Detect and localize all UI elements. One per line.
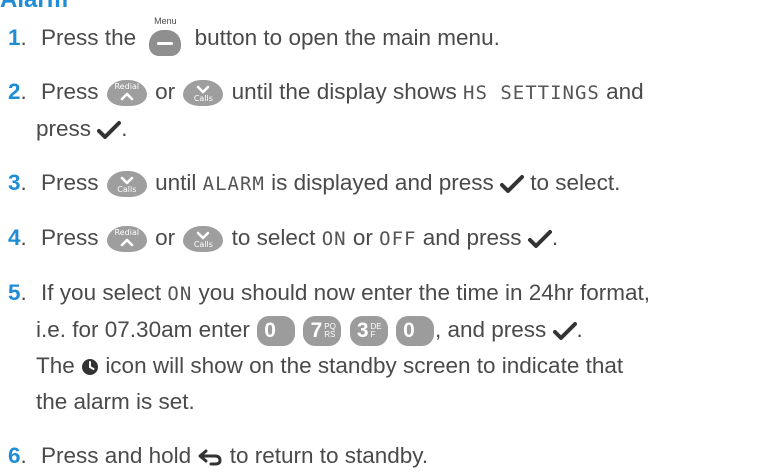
step-text: icon will show on the standby screen to …	[105, 353, 624, 378]
step-text: Press	[41, 170, 99, 195]
step-text: to select	[231, 225, 316, 250]
calls-down-key-icon: Calls	[106, 171, 147, 198]
step-text: The	[36, 353, 75, 378]
key-letters: PQ RS	[324, 322, 336, 340]
step-text: .	[551, 225, 559, 250]
key-digit: 0	[403, 319, 415, 343]
calls-key-label: Calls	[193, 240, 213, 250]
calls-key-label: Calls	[193, 94, 213, 104]
step-continuation: The icon will show on the standby screen…	[8, 348, 769, 384]
step-text: Press	[41, 225, 99, 250]
display-text: OFF	[379, 228, 417, 250]
step-text: Press and hold	[41, 443, 192, 468]
step-1: 1. Press the Menu button to open the mai…	[8, 16, 769, 57]
step-text: to select.	[530, 170, 621, 195]
step-text: the alarm is set.	[36, 389, 195, 414]
step-text: .	[576, 317, 583, 342]
step-continuation: press .	[8, 111, 769, 147]
step-text: .	[121, 116, 128, 141]
ok-tick-icon	[527, 230, 552, 249]
calls-down-key-icon: Calls	[183, 80, 224, 107]
alarm-clock-icon	[82, 359, 99, 376]
step-text: i.e. for 07.30am enter	[36, 317, 250, 342]
step-continuation: i.e. for 07.30am enter 0 7 PQ RS 3 DE F 0,…	[8, 312, 769, 348]
redial-up-key-icon: Redial	[106, 80, 147, 107]
calls-down-key-icon: Calls	[183, 226, 224, 253]
step-text: to return to standby.	[229, 443, 429, 468]
digit-3-key-icon: 3 DE F	[349, 316, 388, 347]
step-number: 6	[8, 443, 21, 468]
step-text: or	[155, 79, 176, 104]
menu-key-label: Menu	[154, 16, 177, 27]
step-number: 5	[8, 280, 21, 305]
step-text: you should now enter the time in 24hr fo…	[198, 280, 651, 305]
step-text: press	[36, 116, 92, 141]
step-text: until	[155, 170, 197, 195]
display-text: HS SETTINGS	[463, 82, 600, 104]
ok-tick-icon	[97, 121, 122, 140]
key-digit: 7	[310, 319, 323, 343]
menu-key-icon: Menu	[145, 16, 185, 57]
display-text: ON	[321, 228, 347, 250]
step-text: Press the	[41, 25, 137, 50]
step-text: Press	[41, 79, 99, 104]
ok-tick-icon	[500, 175, 525, 194]
display-text: ALARM	[202, 173, 265, 195]
step-number: 1	[8, 25, 21, 50]
key-digit: 0	[264, 319, 276, 343]
step-number: 2	[8, 79, 21, 104]
digit-0-key-icon: 0	[257, 316, 296, 347]
step-text: is displayed and press	[271, 170, 494, 195]
step-text: and	[606, 79, 644, 104]
key-digit: 3	[356, 319, 369, 343]
key-letters: DE F	[370, 322, 382, 340]
step-text: button to open the main menu.	[194, 25, 500, 50]
digit-0-key-icon: 0	[395, 316, 434, 347]
back-arrow-icon	[198, 449, 222, 466]
page-title: Alarm	[0, 0, 68, 14]
step-text: , and press	[434, 317, 547, 342]
step-text: and press	[422, 225, 522, 250]
step-4: 4. Press Redial or Calls to select ON or…	[8, 220, 769, 257]
step-text: or	[352, 225, 373, 250]
step-number: 3	[8, 170, 21, 195]
calls-key-label: Calls	[117, 185, 137, 195]
digit-7-key-icon: 7 PQ RS	[303, 316, 342, 347]
step-2: 2. Press Redial or Calls until the displ…	[8, 74, 769, 147]
step-6: 6. Press and hold to return to standby.	[8, 443, 429, 468]
step-text: until the display shows	[231, 79, 457, 104]
step-5: 5. If you select ON you should now enter…	[8, 275, 769, 420]
step-text: If you select	[41, 280, 162, 305]
step-3: 3. Press Calls until ALARM is displayed …	[8, 165, 769, 202]
redial-up-key-icon: Redial	[106, 226, 147, 253]
step-text: or	[155, 225, 176, 250]
step-number: 4	[8, 225, 21, 250]
step-continuation: the alarm is set.	[8, 384, 769, 420]
display-text: ON	[167, 283, 193, 305]
ok-tick-icon	[552, 322, 577, 341]
